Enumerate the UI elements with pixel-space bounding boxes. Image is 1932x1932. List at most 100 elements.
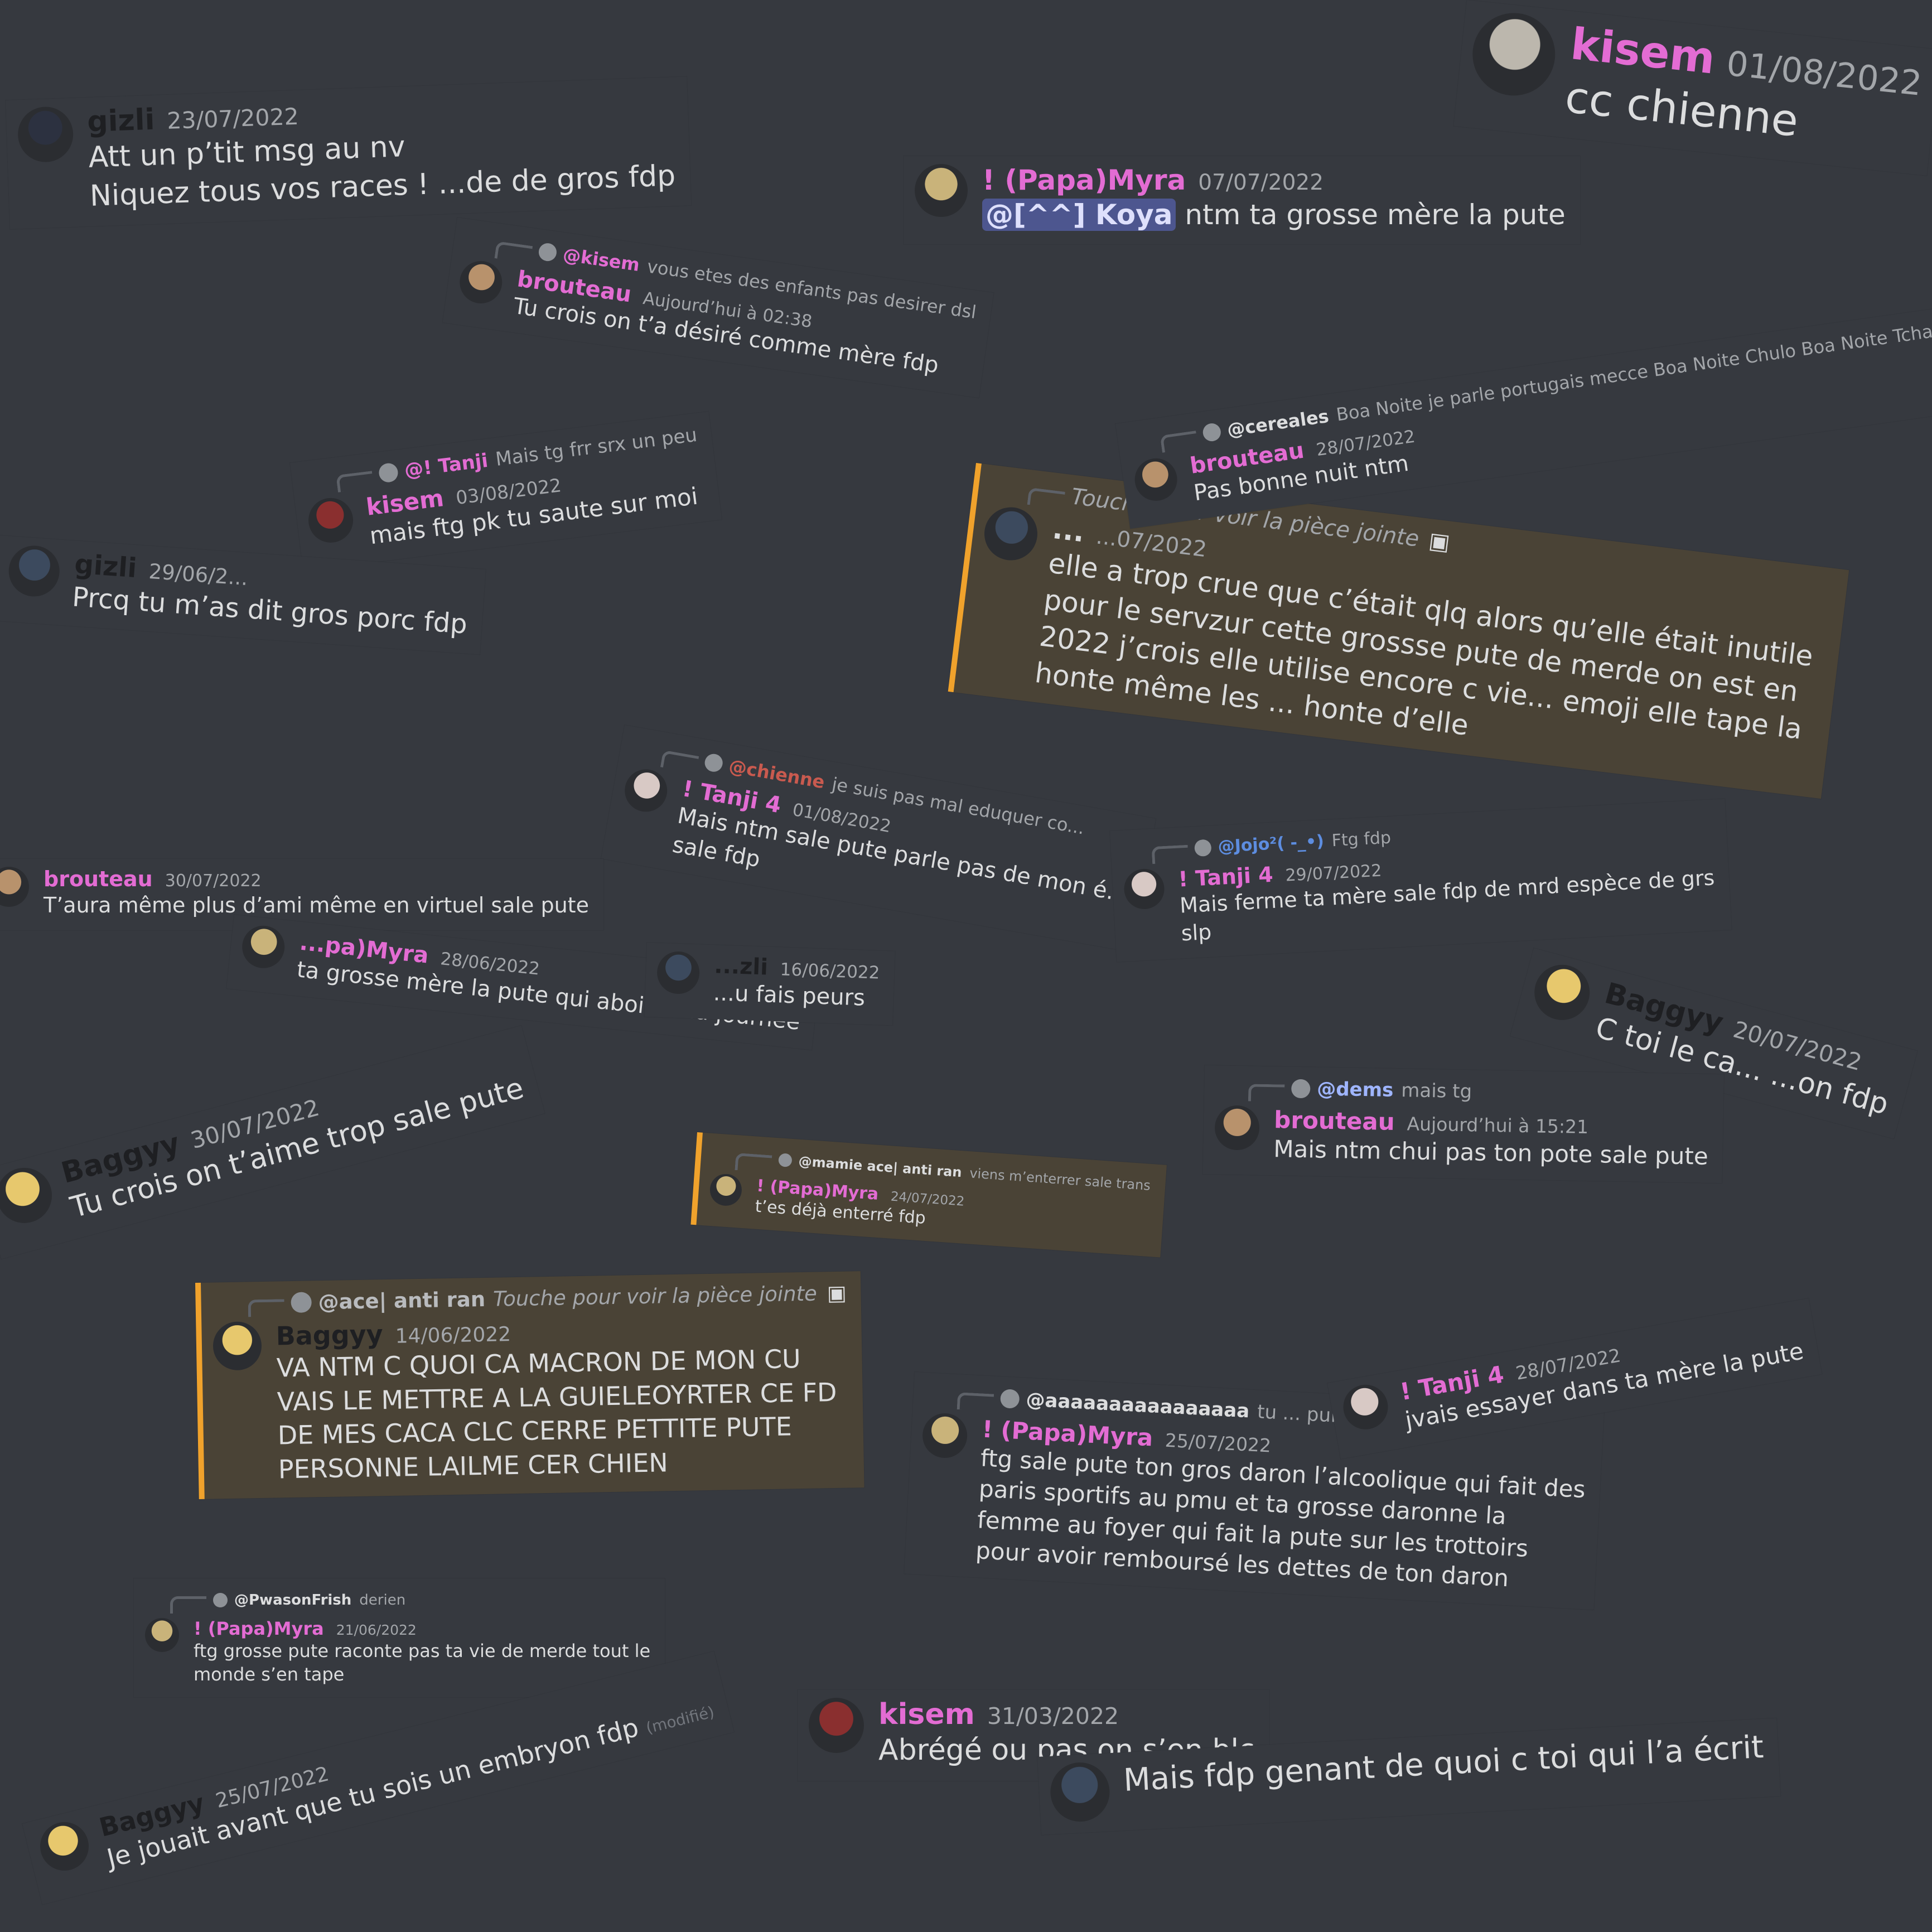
reply-preview[interactable]: @ace| anti ran Touche pour voir la pièce … — [248, 1279, 847, 1317]
avatar-white-bird-icon[interactable] — [1468, 9, 1559, 100]
avatar-monkey-icon[interactable] — [1214, 1105, 1260, 1151]
reply-text: Ftg fdp — [1331, 828, 1392, 851]
message-body: ! (Papa)Myra 21/06/2022 ftg grosse pute ra… — [194, 1618, 650, 1686]
avatar-hat-man-icon[interactable] — [981, 504, 1041, 563]
reply-avatar-icon — [537, 241, 558, 262]
message-row: ! (Papa)Myra 25/07/2022 ftg sale pute ton … — [916, 1412, 1587, 1598]
username[interactable]: Baggyy — [276, 1319, 383, 1351]
avatar-dark-hair-icon[interactable] — [17, 105, 74, 163]
message-row: brouteau Aujourd’hui à 15:21 Mais ntm chui… — [1214, 1105, 1709, 1172]
avatar-blonde-icon[interactable] — [915, 164, 968, 217]
message-card: kisem 01/08/2022 cc chienne — [1453, 0, 1932, 176]
message-card: Touche pour voir la pièce jointe ▣... ...0… — [948, 463, 1849, 799]
message-row: Baggyy 30/07/2022 Tu crois on t’aime trop … — [0, 1037, 528, 1245]
reply-avatar-icon — [291, 1292, 312, 1313]
message-body: ! (Papa)Myra 25/07/2022 ftg sale pute ton … — [975, 1415, 1588, 1597]
timestamp: 23/07/2022 — [166, 103, 300, 134]
image-attachment-icon[interactable]: ▣ — [827, 1281, 847, 1306]
avatar-blonde-girl-icon[interactable] — [35, 1817, 94, 1876]
avatar-blonde-girl-icon[interactable] — [1528, 958, 1596, 1026]
message-text: T’aura même plus d’ami même en virtuel s… — [44, 891, 589, 919]
avatar-white-hair-icon[interactable] — [1123, 868, 1166, 910]
message-body: brouteau 30/07/2022 T’aura même plus d’ami… — [44, 867, 589, 919]
message-body: brouteau Aujourd’hui à 15:21 Mais ntm chui… — [1273, 1106, 1709, 1172]
message-text-content: slp — [1180, 919, 1213, 946]
message-header: ! (Papa)Myra 21/06/2022 — [194, 1618, 650, 1639]
username[interactable]: gizli — [86, 103, 155, 139]
reply-connector — [735, 1152, 772, 1173]
edited-label: (modifié) — [644, 1702, 716, 1737]
username[interactable]: ...zli — [714, 953, 769, 980]
message-text-content: monde s’en tape — [194, 1664, 345, 1685]
reply-connector — [1160, 431, 1199, 453]
reply-author[interactable]: @kisem — [562, 244, 641, 276]
timestamp: 16/06/2022 — [780, 959, 880, 983]
reply-text: viens m’enterrer sale trans — [969, 1165, 1151, 1194]
message-row: brouteau 30/07/2022 T’aura même plus d’ami… — [0, 867, 589, 919]
message-body: ...zli 16/06/2022 ...u fais peurs — [713, 953, 880, 1013]
reply-avatar-icon — [1194, 839, 1212, 857]
avatar-blonde-icon[interactable] — [708, 1172, 743, 1207]
reply-author[interactable]: @cereales — [1226, 405, 1330, 440]
message-card: brouteau 30/07/2022 T’aura même plus d’ami… — [0, 859, 603, 931]
avatar-red-jacket-icon[interactable] — [306, 495, 356, 545]
message-text: Je jouait avant que tu sois un embryon f… — [104, 1692, 717, 1876]
message-text: ...u fais peurs — [713, 978, 880, 1013]
avatar-blonde-icon[interactable] — [145, 1618, 179, 1652]
reply-author[interactable]: @dems — [1317, 1078, 1394, 1101]
username[interactable]: brouteau — [1274, 1106, 1395, 1136]
reply-author[interactable]: @! Tanji — [403, 449, 489, 481]
reply-connector — [1027, 487, 1065, 509]
reply-connector — [336, 471, 374, 492]
avatar-white-hair-icon[interactable] — [1340, 1381, 1392, 1433]
timestamp: 30/07/2022 — [165, 871, 262, 891]
reply-author[interactable]: @aaaaaaaaaaaaaaaa — [1026, 1388, 1250, 1422]
message-row: ! (Papa)Myra 07/07/2022 @[^^] Koya ntm ta … — [915, 164, 1566, 233]
message-body: ! (Papa)Myra 07/07/2022 @[^^] Koya ntm ta … — [982, 164, 1566, 233]
username[interactable]: ... — [1051, 513, 1086, 549]
reply-connector — [170, 1596, 206, 1614]
reply-author[interactable]: @ace| anti ran — [318, 1287, 485, 1314]
username[interactable]: brouteau — [44, 867, 153, 891]
message-text-content: ...u fais peurs — [713, 980, 866, 1011]
reply-avatar-icon — [378, 462, 399, 484]
image-attachment-icon[interactable]: ▣ — [1427, 528, 1451, 556]
reply-author[interactable]: @mamie ace| anti ran — [798, 1153, 963, 1180]
message-text-content: ftg grosse pute raconte pas ta vie de me… — [194, 1640, 651, 1661]
message-card: ! (Papa)Myra 07/07/2022 @[^^] Koya ntm ta … — [904, 156, 1580, 244]
avatar-monkey-icon[interactable] — [457, 258, 505, 306]
avatar-red-jacket-icon[interactable] — [809, 1698, 864, 1753]
message-card: @chienne je suis pas mal eduquer co...! T… — [601, 725, 1156, 952]
avatar-blonde-girl-icon[interactable] — [212, 1321, 262, 1371]
avatar-blonde-girl-icon[interactable] — [0, 1161, 59, 1229]
username[interactable]: kisem — [878, 1698, 975, 1731]
reply-author[interactable]: @PwasonFrish — [234, 1592, 351, 1609]
reply-preview[interactable]: @PwasonFrish derien — [170, 1586, 650, 1614]
message-body: ! (Papa)Myra 24/07/2022 t’es déjà enterré … — [755, 1176, 965, 1232]
avatar-hat-man-icon[interactable] — [1049, 1761, 1112, 1823]
reply-connector — [1248, 1084, 1285, 1102]
message-header: brouteau 30/07/2022 — [44, 867, 589, 891]
reply-preview[interactable]: @dems mais tg — [1248, 1074, 1709, 1109]
avatar-monkey-icon[interactable] — [1132, 455, 1180, 504]
reply-author[interactable]: @Jojo²( -_•) — [1218, 832, 1325, 857]
reply-avatar-icon — [1291, 1079, 1311, 1098]
message-card: Baggyy 30/07/2022 Tu crois on t’aime trop … — [0, 1025, 545, 1259]
username[interactable]: ! (Papa)Myra — [982, 164, 1186, 196]
avatar-blonde-icon[interactable] — [240, 924, 287, 970]
message-body: gizli 29/06/2... Prcq tu m’as dit gros por… — [71, 549, 470, 643]
message-text-content: Mais ntm chui pas ton pote sale pute — [1273, 1135, 1709, 1170]
avatar-hat-man-icon[interactable] — [656, 950, 701, 995]
timestamp: 21/06/2022 — [336, 1622, 417, 1638]
username[interactable]: ! (Papa)Myra — [194, 1618, 324, 1639]
avatar-monkey-icon[interactable] — [0, 867, 29, 907]
username[interactable]: gizli — [74, 549, 138, 585]
avatar-blonde-icon[interactable] — [921, 1412, 969, 1460]
avatar-white-hair-icon[interactable] — [621, 766, 671, 815]
avatar-hat-man-icon[interactable] — [7, 544, 61, 598]
user-mention[interactable]: @[^^] Koya — [982, 199, 1176, 231]
reply-avatar-icon — [778, 1152, 793, 1167]
message-body: kisem 01/08/2022 cc chienne — [1562, 19, 1925, 163]
message-row: Baggyy 14/06/2022 VA NTM C QUOI CA MACRON … — [212, 1311, 849, 1488]
message-text-content: T’aura même plus d’ami même en virtuel s… — [44, 893, 589, 917]
